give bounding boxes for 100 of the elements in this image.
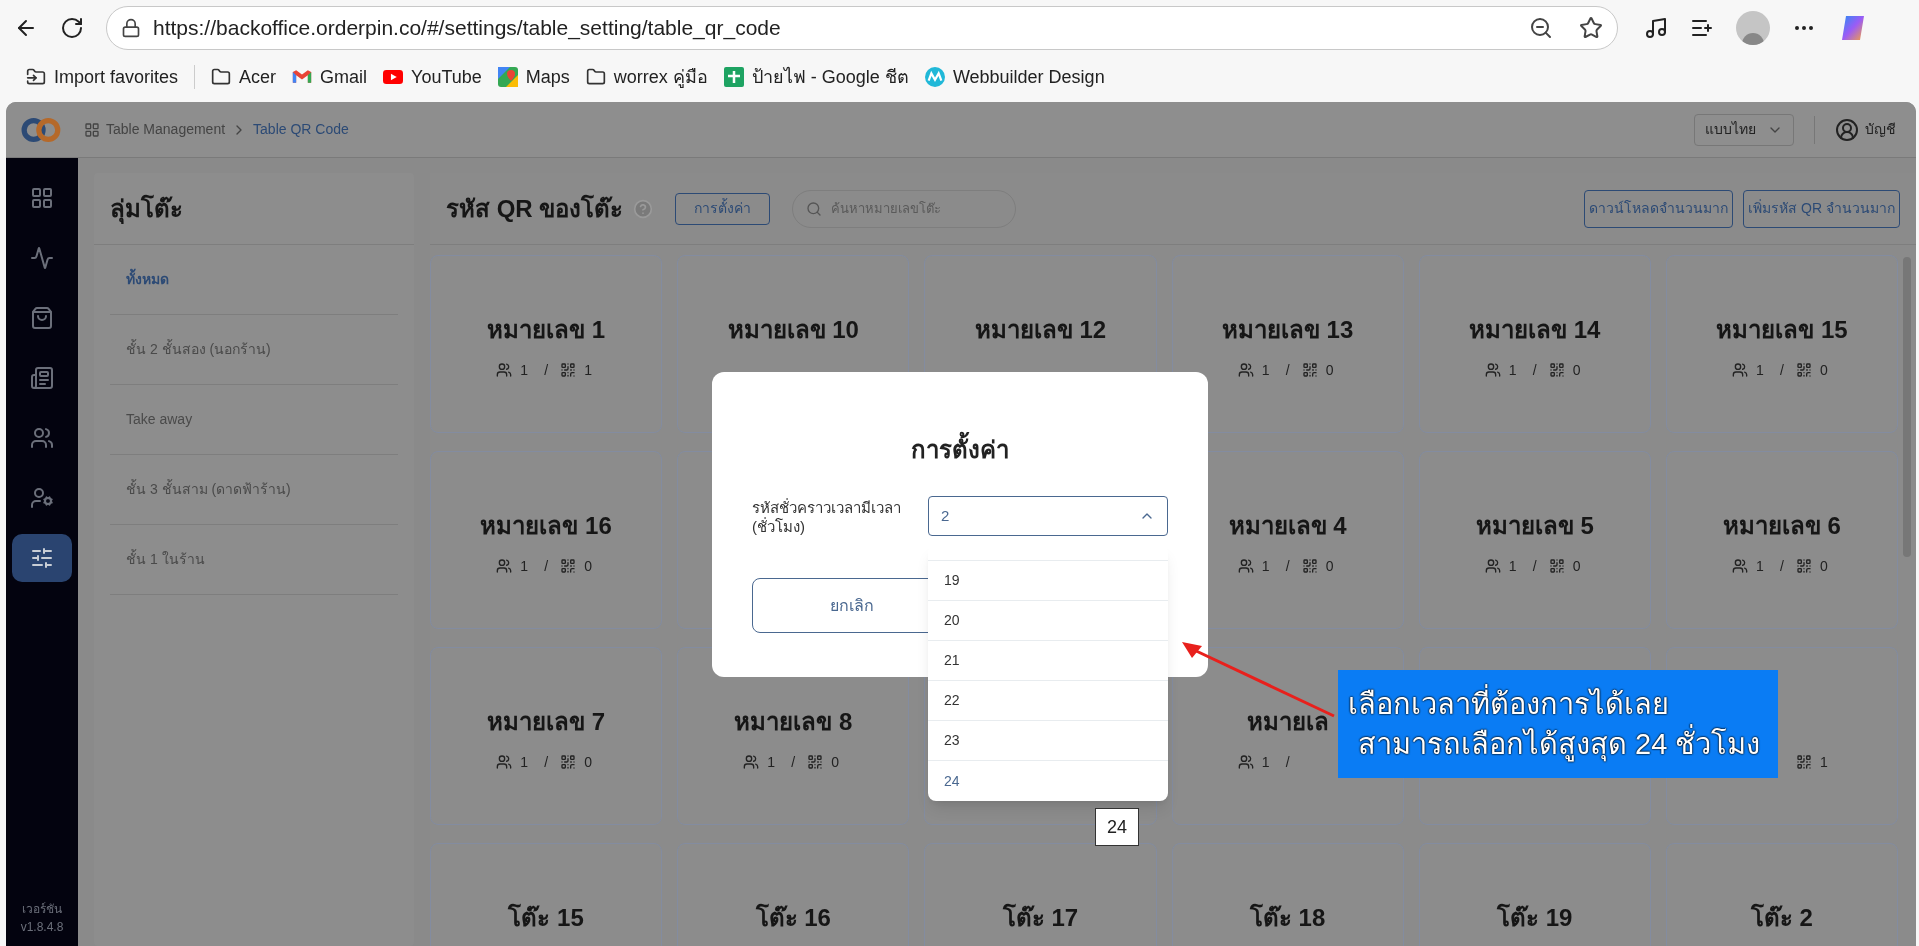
account-button[interactable]: บัญชี <box>1835 117 1896 142</box>
qr-count: 0 <box>1820 556 1828 576</box>
table-card[interactable]: โต๊ะ 18 <box>1171 843 1404 946</box>
table-name: หมายเลข 7 <box>487 707 606 737</box>
dropdown-option[interactable]: 22 <box>928 681 1168 721</box>
bookmark[interactable]: ป้ายไฟ - Google ชีต <box>715 61 917 93</box>
people-icon <box>1484 558 1501 574</box>
profile-avatar[interactable] <box>1736 11 1770 45</box>
tooltip: 24 <box>1095 808 1139 846</box>
table-card[interactable]: โต๊ะ 16 <box>677 843 910 946</box>
dropdown-option[interactable]: 23 <box>928 721 1168 761</box>
table-card[interactable]: หมายเลข 16 1 / 0 <box>430 451 663 629</box>
bookmark[interactable]: Gmail <box>284 61 376 93</box>
bookmark[interactable]: Maps <box>489 61 578 93</box>
qr-count: 0 <box>1572 556 1581 576</box>
people-icon <box>496 754 513 770</box>
table-name: โต๊ะ 18 <box>1249 902 1326 933</box>
group-item[interactable]: ชั้น 1 ในร้าน <box>110 525 398 595</box>
table-name: หมายเลข 14 <box>1469 315 1601 345</box>
table-card[interactable]: โต๊ะ 17 <box>924 843 1157 946</box>
search-icon <box>806 200 823 217</box>
dialog-title: การตั้งค่า <box>911 432 1009 468</box>
bookmark[interactable]: worrex คู่มือ <box>577 61 716 93</box>
qr-icon <box>1301 558 1318 574</box>
refresh-icon[interactable] <box>60 16 84 40</box>
qr-icon <box>807 754 824 770</box>
music-icon[interactable] <box>1644 16 1668 40</box>
people-icon <box>1237 362 1254 378</box>
table-card[interactable]: หมายเลข 5 1 / 0 <box>1418 451 1651 629</box>
group-item[interactable]: ชั้น 3 ชั้นสาม (ดาดฟ้าร้าน) <box>110 455 398 525</box>
import-icon <box>26 67 46 87</box>
star-icon[interactable] <box>1579 16 1603 40</box>
table-name: หมายเลข 10 <box>727 315 859 345</box>
table-card[interactable]: โต๊ะ 2 <box>1665 843 1898 946</box>
qr-icon <box>560 362 577 378</box>
qr-icon <box>1548 362 1565 378</box>
zoom-out-icon[interactable] <box>1529 16 1553 40</box>
qr-count: 1 <box>1820 752 1828 772</box>
table-name: โต๊ะ 17 <box>1002 902 1079 933</box>
seat-count: 1 <box>520 556 528 576</box>
group-item[interactable]: ชั้น 2 ชั้นสอง (นอกร้าน) <box>110 315 398 385</box>
table-card[interactable]: หมายเลข 1 1 / 1 <box>430 255 663 433</box>
separator: / <box>544 556 548 576</box>
people-icon <box>1731 558 1748 574</box>
bookmark[interactable]: YouTube <box>375 61 490 93</box>
video-play-logo-icon <box>383 69 404 85</box>
qr-icon <box>1548 558 1565 574</box>
qr-count: 0 <box>1572 360 1581 380</box>
table-name: หมายเลข 4 <box>1228 511 1347 541</box>
folder-icon <box>585 67 606 87</box>
separator: / <box>791 752 796 772</box>
table-name: หมายเลข 15 <box>1716 315 1848 345</box>
qr-count: 0 <box>1325 360 1334 380</box>
settings-button[interactable]: การตั้งค่า <box>675 192 771 225</box>
breadcrumb-link[interactable]: Table Management <box>106 119 226 140</box>
bulk-action-button[interactable]: เพิ่มรหัส QR จำนวนมาก <box>1743 189 1900 228</box>
people-icon <box>496 362 513 378</box>
table-card[interactable]: หมายเลข 6 1 / 0 <box>1665 451 1898 629</box>
address-bar[interactable]: https://backoffice.orderpin.co/#/settings/table_setting/table_qr_code <box>106 6 1618 50</box>
separator: / <box>1779 556 1784 576</box>
bookmark[interactable]: Acer <box>203 61 285 93</box>
table-card[interactable]: หมายเลข 15 1 / 0 <box>1665 255 1898 433</box>
table-name: โต๊ะ 2 <box>1750 902 1813 933</box>
bulk-action-button[interactable]: ดาวน์โหลดจำนวนมาก <box>1584 189 1734 228</box>
dropdown-option[interactable]: 19 <box>928 561 1168 601</box>
seat-count: 1 <box>1261 556 1270 576</box>
seat-count: 1 <box>1261 360 1270 380</box>
qr-icon <box>1795 558 1812 574</box>
table-card[interactable]: หมายเลข 13 1 / 0 <box>1171 255 1404 433</box>
seat-count: 1 <box>1508 360 1517 380</box>
people-icon <box>1237 558 1254 574</box>
separator: / <box>1285 556 1290 576</box>
dropdown-option[interactable]: 24 <box>928 761 1168 801</box>
lock-icon <box>121 18 141 38</box>
settings-icon[interactable] <box>12 534 72 582</box>
qr-icon <box>1795 362 1812 378</box>
table-card[interactable]: หมายเลข 7 1 / 0 <box>430 647 663 825</box>
qr-count: 0 <box>584 752 592 772</box>
separator: / <box>544 752 548 772</box>
group-item[interactable]: ทั้งหมด <box>110 245 398 315</box>
wave-logo-icon <box>924 67 945 87</box>
breadcrumb-link[interactable]: Table QR Code <box>253 119 349 140</box>
table-card[interactable]: หมายเลข 14 1 / 0 <box>1418 255 1651 433</box>
qr-icon <box>1301 362 1318 378</box>
qr-count: 0 <box>831 752 840 772</box>
table-name: โต๊ะ 15 <box>508 902 584 933</box>
table-name: หมายเลข 5 <box>1475 511 1594 541</box>
table-card[interactable]: โต๊ะ 15 <box>430 843 663 946</box>
group-item[interactable]: Take away <box>110 385 398 455</box>
language-select[interactable]: แบบไทย <box>1694 113 1794 146</box>
dropdown-option[interactable]: 20 <box>928 601 1168 641</box>
bookmark[interactable]: Webbuilder Design <box>916 61 1113 93</box>
seat-count: 1 <box>1756 556 1764 576</box>
bookmark[interactable]: Import favorites <box>18 61 187 93</box>
hours-select[interactable]: 2 <box>928 496 1168 536</box>
table-card[interactable]: โต๊ะ 19 <box>1418 843 1651 946</box>
qr-icon <box>1795 754 1812 770</box>
qr-count: 0 <box>1325 556 1334 576</box>
mail-logo-icon <box>292 69 313 85</box>
dropdown-option[interactable]: 21 <box>928 641 1168 681</box>
